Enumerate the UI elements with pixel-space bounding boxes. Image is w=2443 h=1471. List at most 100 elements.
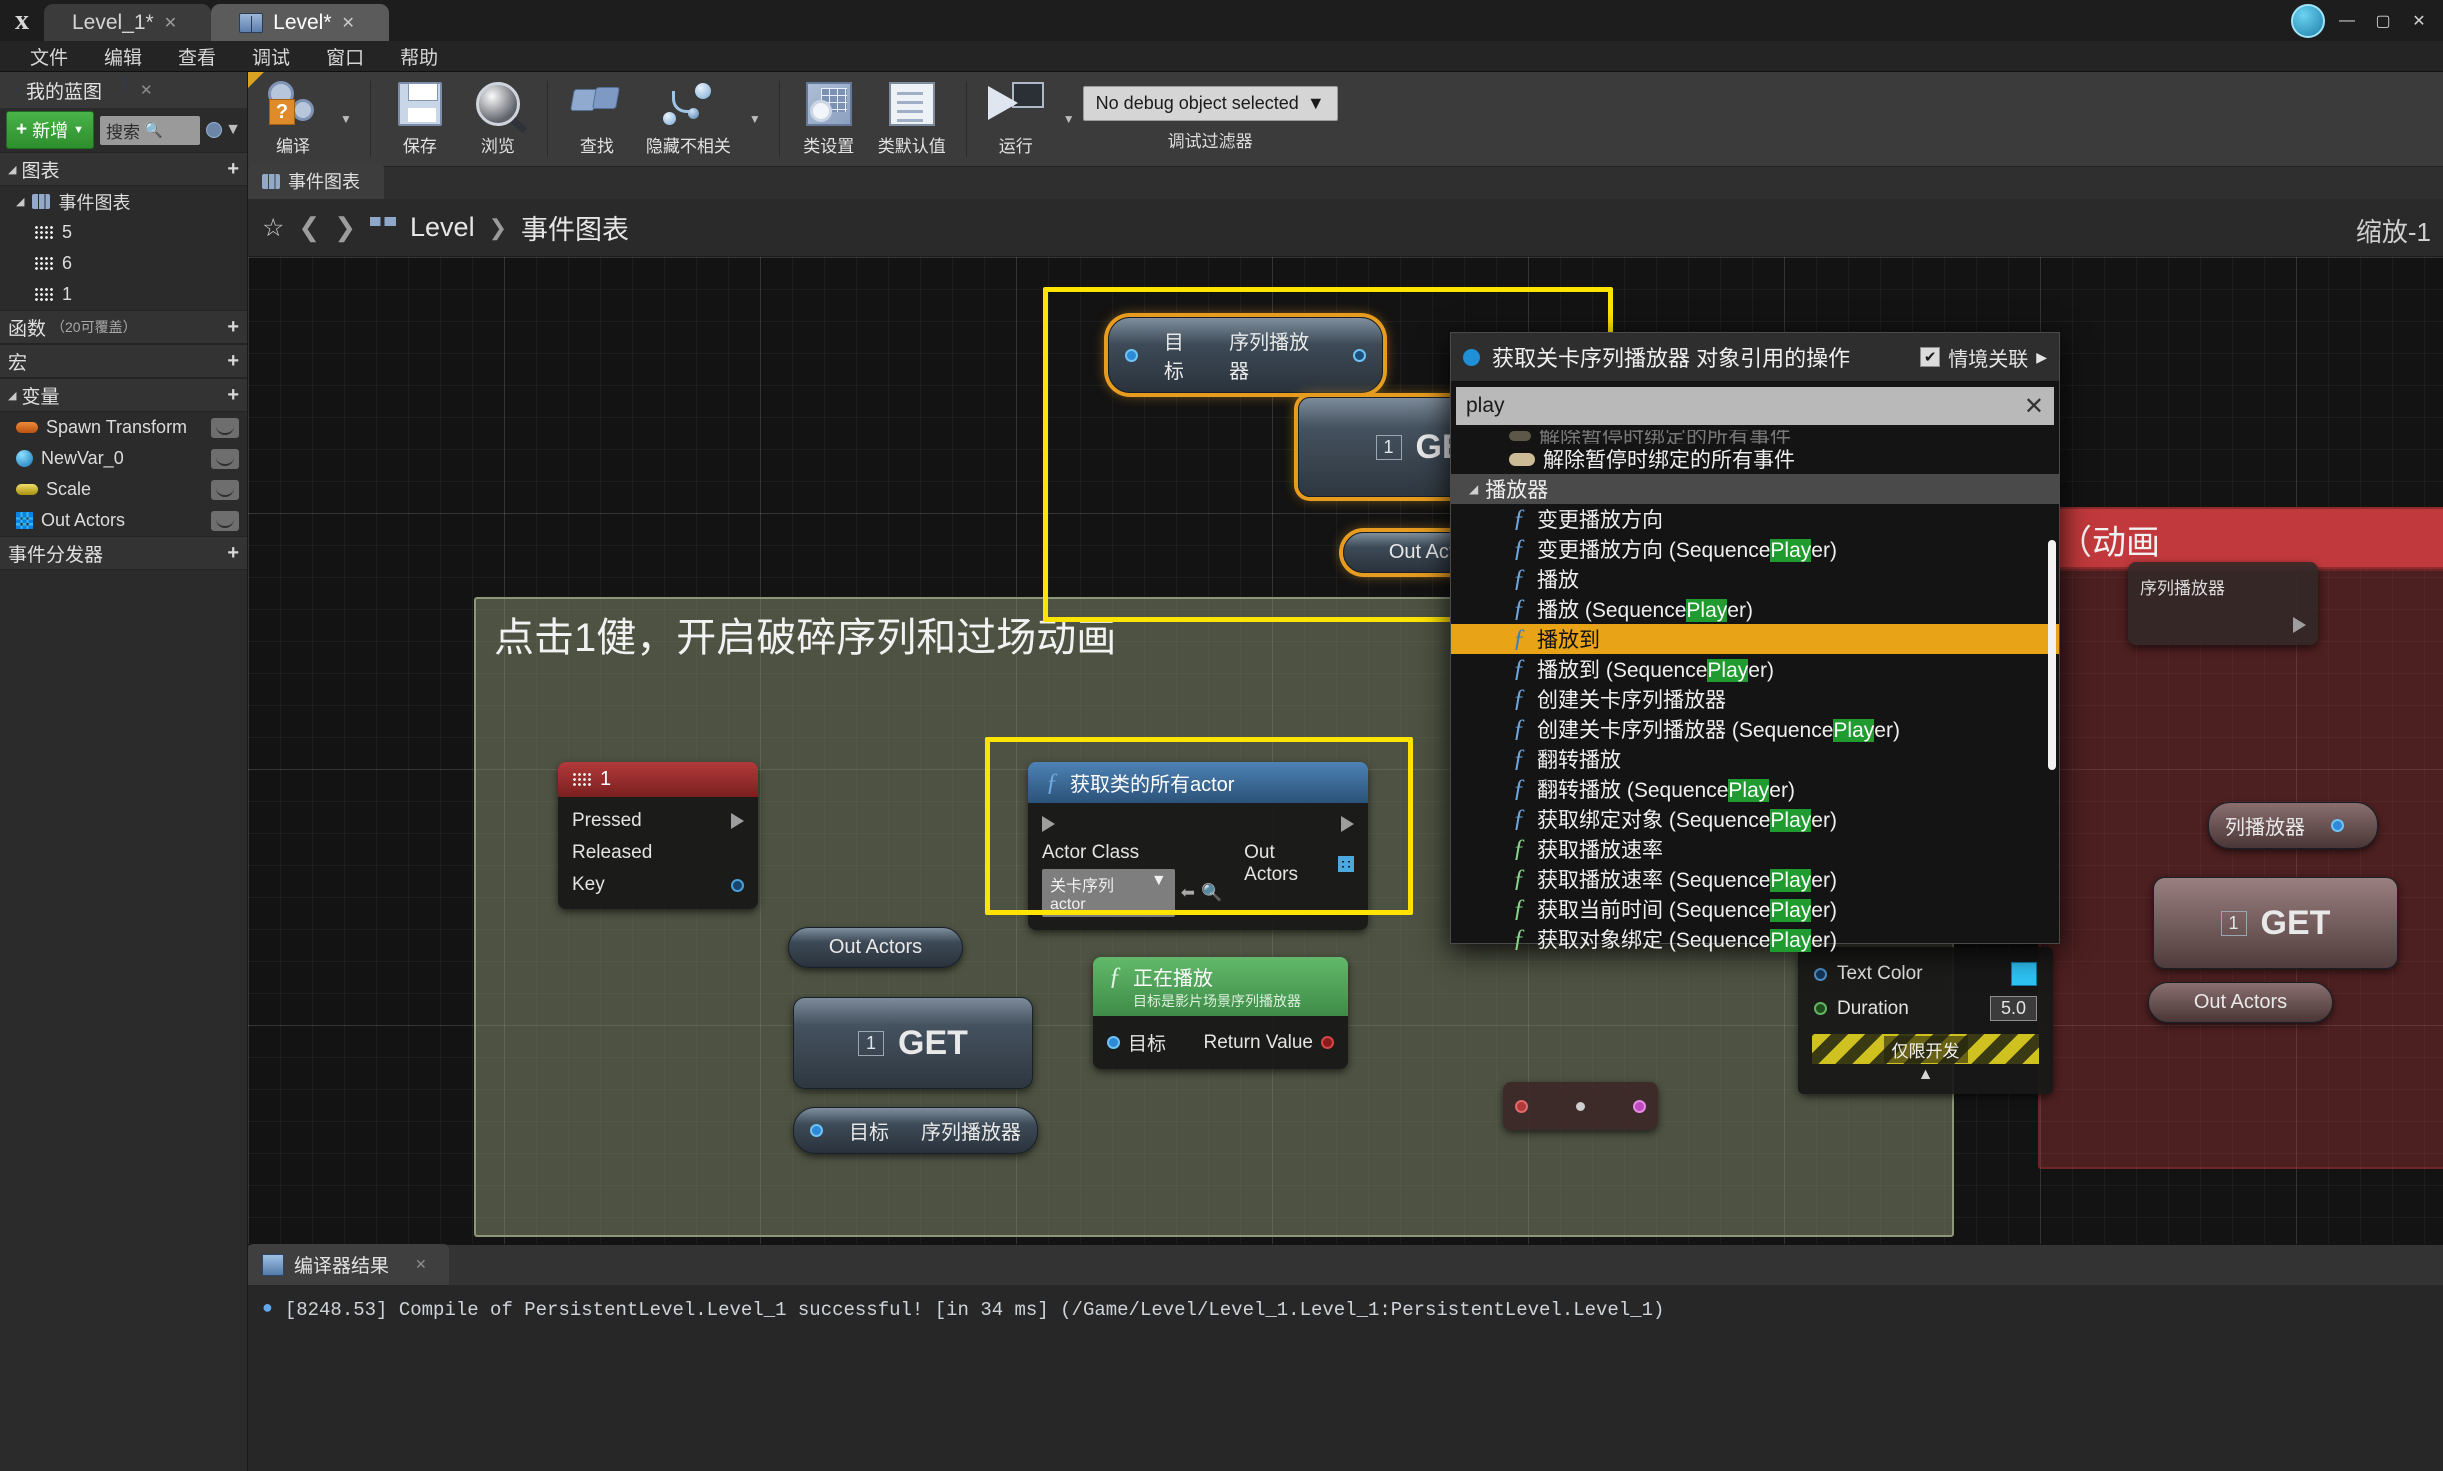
- close-icon[interactable]: ✕: [164, 13, 177, 33]
- output-pin[interactable]: [2331, 819, 2344, 832]
- section-functions[interactable]: 函数 （20可覆盖） +: [0, 310, 247, 344]
- add-variable-button[interactable]: +: [227, 384, 239, 407]
- node-reroute[interactable]: [1503, 1082, 1658, 1130]
- section-graphs[interactable]: ◢ 图表 +: [0, 152, 247, 186]
- close-window-button[interactable]: ✕: [2405, 8, 2433, 34]
- node-input-key-1[interactable]: 1 Pressed Released Key: [558, 762, 758, 909]
- run-button[interactable]: 运行: [977, 72, 1055, 157]
- node-print-string[interactable]: Text Color Duration 5.0 仅限开发 ▲: [1798, 947, 2053, 1094]
- close-icon[interactable]: ✕: [140, 81, 153, 99]
- exec-input-pin[interactable]: [1042, 816, 1055, 832]
- menu-debug[interactable]: 调试: [236, 40, 306, 73]
- node-right-sequence-player-pill[interactable]: 列播放器: [2208, 802, 2378, 849]
- add-event-dispatcher-button[interactable]: +: [227, 542, 239, 565]
- graph-item-5[interactable]: 5: [0, 217, 247, 248]
- minimize-button[interactable]: —: [2333, 8, 2361, 34]
- compiler-log-area[interactable]: ● [8248.53] Compile of PersistentLevel.L…: [248, 1285, 2443, 1321]
- input-pin[interactable]: [810, 1124, 823, 1137]
- output-pin[interactable]: [1353, 348, 1366, 362]
- visibility-filter-button[interactable]: ▼: [206, 121, 241, 139]
- color-swatch[interactable]: [2011, 962, 2037, 986]
- menu-help[interactable]: 帮助: [384, 40, 454, 73]
- pin-pressed[interactable]: Pressed: [570, 805, 746, 837]
- list-item-play-to-selected[interactable]: ƒ 播放到: [1451, 624, 2059, 654]
- eye-icon[interactable]: [211, 448, 239, 469]
- list-item-get-play-rate-sp[interactable]: ƒ 获取播放速率 (SequencePlayer): [1451, 864, 2059, 894]
- window-tab-level1[interactable]: Level_1* ✕: [44, 4, 212, 41]
- input-pin[interactable]: [1814, 1002, 1827, 1015]
- context-menu-list[interactable]: 解除暂停时绑定的所有事件 解除暂停时绑定的所有事件 ◢ 播放器 ƒ 变更播放方向…: [1451, 430, 2059, 952]
- breadcrumb-event-graph[interactable]: 事件图表: [521, 208, 629, 247]
- list-item-play-sp[interactable]: ƒ 播放 (SequencePlayer): [1451, 594, 2059, 624]
- node-get-mid[interactable]: 1 GET: [793, 997, 1033, 1089]
- blueprint-graph-canvas[interactable]: 点击1健，开启破碎序列和过场动画 （动画 开启 _Se 关卡蓝图 目标 序列播放…: [248, 257, 2443, 1244]
- tab-event-graph[interactable]: 事件图表: [248, 163, 384, 199]
- window-tab-level[interactable]: Level* ✕: [211, 4, 389, 41]
- variable-out-actors[interactable]: Out Actors: [0, 505, 247, 536]
- maximize-button[interactable]: ▢: [2369, 8, 2397, 34]
- graph-item-1[interactable]: 1: [0, 279, 247, 310]
- chevron-down-icon[interactable]: ▼: [332, 112, 360, 126]
- chevron-down-icon[interactable]: ▼: [1055, 112, 1083, 126]
- node-out-actors-mid[interactable]: Out Actors: [788, 927, 963, 968]
- eye-icon[interactable]: [211, 479, 239, 500]
- pin-duration[interactable]: Duration 5.0: [1812, 991, 2039, 1026]
- list-item-unpause-events[interactable]: 解除暂停时绑定的所有事件: [1451, 444, 2059, 474]
- list-item-change-playback-direction[interactable]: ƒ 变更播放方向: [1451, 504, 2059, 534]
- menu-file[interactable]: 文件: [14, 40, 84, 73]
- save-button[interactable]: 保存: [381, 72, 459, 157]
- menu-view[interactable]: 查看: [162, 40, 232, 73]
- close-icon[interactable]: ✕: [342, 13, 355, 33]
- node-get-all-actors-of-class[interactable]: ƒ 获取类的所有actor Actor Class 关卡序列actor ▼ ⬅ …: [1028, 762, 1368, 930]
- list-item-create-level-sequence-player-sp[interactable]: ƒ 创建关卡序列播放器 (SequencePlayer): [1451, 714, 2059, 744]
- list-item[interactable]: 解除暂停时绑定的所有事件: [1451, 430, 2059, 444]
- list-item-get-play-rate[interactable]: ƒ 获取播放速率: [1451, 834, 2059, 864]
- return-output-pin[interactable]: [1321, 1036, 1334, 1049]
- variable-scale[interactable]: Scale: [0, 474, 247, 505]
- collapse-arrow-icon[interactable]: ▲: [1812, 1066, 2039, 1084]
- add-macro-button[interactable]: +: [227, 350, 239, 373]
- section-variables[interactable]: ◢ 变量 +: [0, 378, 247, 412]
- list-item-play-to-sp[interactable]: ƒ 播放到 (SequencePlayer): [1451, 654, 2059, 684]
- browse-button[interactable]: 浏览: [459, 72, 537, 157]
- node-actions-context-menu[interactable]: 获取关卡序列播放器 对象引用的操作 ✔ 情境关联 ▶ play ✕ 解除暂停时绑…: [1450, 332, 2060, 952]
- node-target-sequence-player-top[interactable]: 目标 序列播放器: [1108, 317, 1383, 393]
- exec-output-pin[interactable]: [2293, 617, 2306, 633]
- list-item-get-bound-objects-sp[interactable]: ƒ 获取绑定对象 (SequencePlayer): [1451, 804, 2059, 834]
- list-item-create-level-sequence-player[interactable]: ƒ 创建关卡序列播放器: [1451, 684, 2059, 714]
- eye-icon[interactable]: [211, 417, 239, 438]
- bookmark-star-icon[interactable]: ☆: [262, 213, 284, 243]
- add-new-button[interactable]: + 新增 ▼: [6, 111, 94, 149]
- use-selected-icon[interactable]: ⬅: [1181, 883, 1195, 903]
- close-icon[interactable]: ✕: [415, 1256, 427, 1273]
- context-menu-search-input[interactable]: play ✕: [1456, 387, 2054, 425]
- key-output-pin[interactable]: [731, 878, 744, 892]
- list-item-change-playback-direction-sp[interactable]: ƒ 变更播放方向 (SequencePlayer): [1451, 534, 2059, 564]
- find-button[interactable]: 查找: [558, 72, 636, 157]
- context-sensitive-toggle[interactable]: ✔ 情境关联 ▶: [1920, 343, 2047, 372]
- node-is-playing[interactable]: ƒ 正在播放 目标是影片场景序列播放器 目标 Return Value: [1093, 957, 1348, 1069]
- add-function-button[interactable]: +: [227, 316, 239, 339]
- browse-icon[interactable]: 🔍: [1201, 883, 1222, 903]
- input-pin[interactable]: [1125, 348, 1138, 362]
- list-item-reverse-play-sp[interactable]: ƒ 翻转播放 (SequencePlayer): [1451, 774, 2059, 804]
- input-pin[interactable]: [1814, 967, 1827, 981]
- tab-compiler-results[interactable]: 编译器结果 ✕: [248, 1244, 449, 1285]
- add-graph-button[interactable]: +: [227, 158, 239, 181]
- checkbox-icon[interactable]: ✔: [1920, 347, 1941, 367]
- globe-icon[interactable]: [2291, 3, 2325, 38]
- node-right-sequence-player[interactable]: 序列播放器: [2128, 562, 2318, 645]
- chevron-down-icon[interactable]: ▼: [741, 112, 769, 126]
- graph-item-6[interactable]: 6: [0, 248, 247, 279]
- context-menu-scrollbar[interactable]: [2048, 540, 2056, 770]
- list-item-get-current-time-sp[interactable]: ƒ 获取当前时间 (SequencePlayer): [1451, 894, 2059, 924]
- pin-text-color[interactable]: Text Color: [1812, 957, 2039, 991]
- input-pin[interactable]: [1515, 1099, 1528, 1113]
- exec-output-pin[interactable]: [1341, 816, 1354, 832]
- actor-class-select[interactable]: 关卡序列actor ▼: [1042, 869, 1175, 917]
- target-input-pin[interactable]: [1107, 1036, 1120, 1049]
- node-get-right[interactable]: 1 GET: [2153, 877, 2398, 969]
- debug-object-select[interactable]: No debug object selected ▼: [1082, 85, 1338, 121]
- back-arrow-icon[interactable]: ❮: [298, 212, 320, 243]
- pin-released[interactable]: Released: [570, 837, 746, 869]
